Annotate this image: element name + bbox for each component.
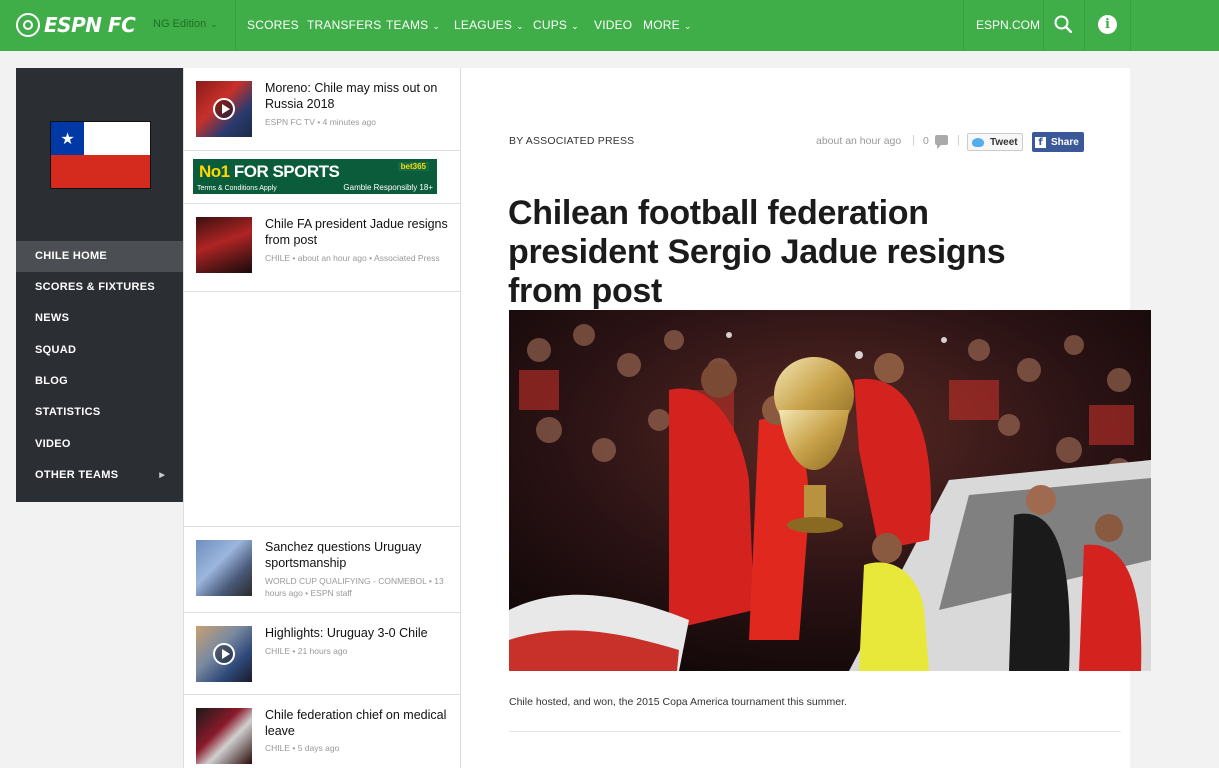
article-panel: BY ASSOCIATED PRESS about an hour ago | …	[461, 68, 1151, 768]
story-thumbnail[interactable]	[196, 708, 252, 764]
divider: |	[912, 134, 915, 146]
nav-divider	[235, 0, 236, 51]
play-icon	[213, 643, 235, 665]
espn-com-link[interactable]: ESPN.COM	[976, 18, 1040, 32]
ad-slot: No1 FOR SPORTS Terms & Conditions Apply …	[184, 151, 460, 204]
empty-ad-space	[184, 292, 460, 527]
story-title[interactable]: Highlights: Uruguay 3-0 Chile	[265, 626, 451, 642]
story-item[interactable]: Highlights: Uruguay 3-0 Chile CHILE • 21…	[184, 613, 460, 695]
team-sidebar: ★ CHILE HOME SCORES & FIXTURES NEWS SQUA…	[16, 68, 183, 502]
espn-fc-logo[interactable]: ESPN FC	[16, 11, 136, 39]
story-thumbnail[interactable]	[196, 217, 252, 273]
divider: |	[957, 134, 960, 146]
story-thumbnail[interactable]	[196, 540, 252, 596]
sidebar-item-scores-fixtures[interactable]: SCORES & FIXTURES	[16, 272, 183, 303]
facebook-icon: f	[1035, 136, 1046, 148]
sidebar-item-blog[interactable]: BLOG	[16, 366, 183, 397]
nav-more[interactable]: MORE ⌄	[643, 18, 692, 32]
sidebar-item-chile-home[interactable]: CHILE HOME	[16, 241, 183, 272]
sidebar-item-video[interactable]: VIDEO	[16, 429, 183, 460]
chevron-down-icon: ⌄	[432, 21, 441, 31]
story-item[interactable]: Moreno: Chile may miss out on Russia 201…	[184, 68, 460, 151]
tweet-button[interactable]: Tweet	[967, 133, 1023, 151]
story-title[interactable]: Chile FA president Jadue resigns from po…	[265, 217, 451, 248]
comment-icon[interactable]	[935, 135, 948, 149]
chile-flag-icon: ★	[50, 121, 151, 189]
divider	[509, 731, 1121, 732]
article-photo	[509, 310, 1151, 671]
top-navigation-bar: ESPN FC NG Edition ⌄ SCORES TRANSFERS TEA…	[0, 0, 1219, 51]
play-icon	[213, 98, 235, 120]
photo-caption: Chile hosted, and won, the 2015 Copa Ame…	[509, 696, 847, 708]
sidebar-item-squad[interactable]: SQUAD	[16, 335, 183, 366]
story-title[interactable]: Chile federation chief on medical leave	[265, 708, 451, 739]
bet365-ad-banner[interactable]: No1 FOR SPORTS Terms & Conditions Apply …	[193, 159, 437, 194]
story-item[interactable]: Chile FA president Jadue resigns from po…	[184, 204, 460, 292]
chevron-down-icon: ⌄	[571, 21, 579, 31]
edition-selector[interactable]: NG Edition ⌄	[153, 18, 218, 30]
nav-leagues[interactable]: LEAGUES ⌄	[454, 18, 524, 32]
chevron-right-icon: ▶	[159, 472, 165, 479]
story-item[interactable]: Chile federation chief on medical leave …	[184, 695, 460, 768]
facebook-share-button[interactable]: f Share	[1032, 132, 1084, 152]
article-headline: Chilean football federation president Se…	[508, 194, 1006, 310]
info-icon[interactable]: i	[1098, 15, 1117, 34]
nav-scores[interactable]: SCORES	[247, 18, 299, 32]
nav-video[interactable]: VIDEO	[594, 18, 632, 32]
sidebar-item-statistics[interactable]: STATISTICS	[16, 397, 183, 428]
edition-label: NG Edition	[153, 18, 207, 30]
story-thumbnail[interactable]	[196, 81, 252, 137]
chevron-down-icon: ⌄	[683, 21, 692, 31]
nav-divider	[963, 0, 964, 51]
story-meta: WORLD CUP QUALIFYING - CONMEBOL • 13 hou…	[265, 576, 444, 598]
story-meta: CHILE • about an hour ago • Associated P…	[265, 253, 440, 263]
sidebar-item-other-teams[interactable]: OTHER TEAMS ▶	[16, 460, 183, 491]
story-title[interactable]: Sanchez questions Uruguay sportsmanship	[265, 540, 451, 571]
related-stories-column: Moreno: Chile may miss out on Russia 201…	[183, 68, 461, 768]
comment-count[interactable]: 0	[923, 135, 929, 147]
chevron-down-icon: ⌄	[210, 19, 218, 29]
nav-cups[interactable]: CUPS ⌄	[533, 18, 579, 32]
article-byline: BY ASSOCIATED PRESS	[509, 135, 635, 147]
ad-terms: Terms & Conditions Apply	[197, 185, 277, 192]
logo-text: ESPN FC	[44, 13, 136, 37]
story-thumbnail[interactable]	[196, 626, 252, 682]
ad-responsibly: Gamble Responsibly 18+	[343, 183, 433, 192]
sidebar-item-news[interactable]: NEWS	[16, 303, 183, 334]
chevron-down-icon: ⌄	[516, 21, 524, 31]
article-timestamp: about an hour ago	[816, 135, 902, 147]
nav-divider	[1043, 0, 1044, 51]
celebration-photo	[509, 310, 1151, 671]
nav-teams[interactable]: TEAMS ⌄	[386, 18, 440, 32]
ad-brand: bet365	[397, 162, 429, 171]
twitter-icon	[972, 137, 984, 147]
story-meta: CHILE • 21 hours ago	[265, 646, 348, 656]
ad-headline: No1 FOR SPORTS	[199, 162, 340, 181]
nav-divider	[1084, 0, 1085, 51]
logo-badge-icon	[16, 13, 40, 37]
story-meta: CHILE • 5 days ago	[265, 743, 340, 753]
nav-divider	[1130, 0, 1131, 51]
search-icon[interactable]	[1054, 15, 1072, 33]
story-item[interactable]: Sanchez questions Uruguay sportsmanship …	[184, 527, 460, 613]
story-meta: ESPN FC TV • 4 minutes ago	[265, 117, 377, 127]
story-title[interactable]: Moreno: Chile may miss out on Russia 201…	[265, 81, 451, 112]
nav-transfers[interactable]: TRANSFERS	[307, 18, 381, 32]
